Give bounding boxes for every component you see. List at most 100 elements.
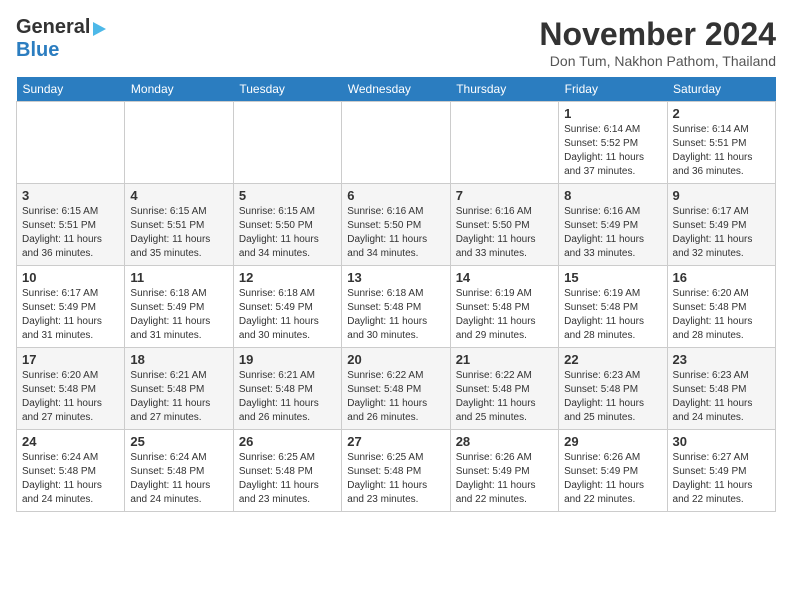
day-info: Sunrise: 6:16 AM Sunset: 5:50 PM Dayligh… <box>347 205 444 261</box>
calendar-week-1: 1Sunrise: 6:14 AM Sunset: 5:52 PM Daylig… <box>17 102 776 184</box>
day-number: 29 <box>564 434 661 449</box>
calendar-cell <box>125 102 233 184</box>
weekday-header-tuesday: Tuesday <box>233 77 341 102</box>
day-number: 5 <box>239 188 336 203</box>
day-number: 10 <box>22 270 119 285</box>
day-info: Sunrise: 6:18 AM Sunset: 5:49 PM Dayligh… <box>239 287 336 343</box>
calendar-cell: 6 Sunrise: 6:16 AM Sunset: 5:50 PM Daylig… <box>342 184 450 266</box>
day-info: Sunrise: 6:25 AM Sunset: 5:48 PM Dayligh… <box>347 451 444 507</box>
calendar-cell: 23 Sunrise: 6:23 AM Sunset: 5:48 PM Dayli… <box>667 348 775 430</box>
day-info: Sunrise: 6:14 AM Sunset: 5:51 PM Dayligh… <box>673 123 770 179</box>
day-number: 12 <box>239 270 336 285</box>
weekday-header-saturday: Saturday <box>667 77 775 102</box>
day-info: Sunrise: 6:26 AM Sunset: 5:49 PM Dayligh… <box>564 451 661 507</box>
calendar-body: 1Sunrise: 6:14 AM Sunset: 5:52 PM Daylig… <box>17 102 776 512</box>
day-number: 23 <box>673 352 770 367</box>
logo-blue: Blue <box>16 39 59 61</box>
day-number: 14 <box>456 270 553 285</box>
day-info: Sunrise: 6:16 AM Sunset: 5:50 PM Dayligh… <box>456 205 553 261</box>
day-number: 16 <box>673 270 770 285</box>
calendar-cell: 26 Sunrise: 6:25 AM Sunset: 5:48 PM Dayli… <box>233 430 341 512</box>
calendar-cell: 24Sunrise: 6:24 AM Sunset: 5:48 PM Dayli… <box>17 430 125 512</box>
calendar-cell: 8Sunrise: 6:16 AM Sunset: 5:49 PM Daylig… <box>559 184 667 266</box>
day-info: Sunrise: 6:24 AM Sunset: 5:48 PM Dayligh… <box>130 451 227 507</box>
day-number: 25 <box>130 434 227 449</box>
calendar-cell: 12 Sunrise: 6:18 AM Sunset: 5:49 PM Dayli… <box>233 266 341 348</box>
calendar-cell: 25 Sunrise: 6:24 AM Sunset: 5:48 PM Dayli… <box>125 430 233 512</box>
page-header: General Blue November 2024 Don Tum, Nakh… <box>16 16 776 69</box>
weekday-header-friday: Friday <box>559 77 667 102</box>
calendar-cell <box>450 102 558 184</box>
day-number: 28 <box>456 434 553 449</box>
calendar-cell: 7 Sunrise: 6:16 AM Sunset: 5:50 PM Daylig… <box>450 184 558 266</box>
location-subtitle: Don Tum, Nakhon Pathom, Thailand <box>539 53 776 69</box>
calendar-cell: 21Sunrise: 6:22 AM Sunset: 5:48 PM Dayli… <box>450 348 558 430</box>
calendar-cell: 1Sunrise: 6:14 AM Sunset: 5:52 PM Daylig… <box>559 102 667 184</box>
day-info: Sunrise: 6:22 AM Sunset: 5:48 PM Dayligh… <box>347 369 444 425</box>
day-info: Sunrise: 6:15 AM Sunset: 5:51 PM Dayligh… <box>22 205 119 261</box>
calendar-cell: 3 Sunrise: 6:15 AM Sunset: 5:51 PM Daylig… <box>17 184 125 266</box>
calendar-cell: 15 Sunrise: 6:19 AM Sunset: 5:48 PM Dayli… <box>559 266 667 348</box>
day-number: 15 <box>564 270 661 285</box>
day-number: 17 <box>22 352 119 367</box>
day-info: Sunrise: 6:17 AM Sunset: 5:49 PM Dayligh… <box>22 287 119 343</box>
calendar-cell: 16 Sunrise: 6:20 AM Sunset: 5:48 PM Dayli… <box>667 266 775 348</box>
day-info: Sunrise: 6:16 AM Sunset: 5:49 PM Dayligh… <box>564 205 661 261</box>
calendar-cell: 20Sunrise: 6:22 AM Sunset: 5:48 PM Dayli… <box>342 348 450 430</box>
calendar-cell <box>17 102 125 184</box>
day-info: Sunrise: 6:23 AM Sunset: 5:48 PM Dayligh… <box>673 369 770 425</box>
calendar-cell <box>233 102 341 184</box>
calendar-week-2: 3 Sunrise: 6:15 AM Sunset: 5:51 PM Daylig… <box>17 184 776 266</box>
day-info: Sunrise: 6:18 AM Sunset: 5:48 PM Dayligh… <box>347 287 444 343</box>
day-info: Sunrise: 6:21 AM Sunset: 5:48 PM Dayligh… <box>130 369 227 425</box>
weekday-header-sunday: Sunday <box>17 77 125 102</box>
calendar-cell: 19Sunrise: 6:21 AM Sunset: 5:48 PM Dayli… <box>233 348 341 430</box>
calendar-cell: 9 Sunrise: 6:17 AM Sunset: 5:49 PM Daylig… <box>667 184 775 266</box>
day-info: Sunrise: 6:18 AM Sunset: 5:49 PM Dayligh… <box>130 287 227 343</box>
calendar-week-3: 10 Sunrise: 6:17 AM Sunset: 5:49 PM Dayli… <box>17 266 776 348</box>
day-number: 26 <box>239 434 336 449</box>
calendar-cell: 10 Sunrise: 6:17 AM Sunset: 5:49 PM Dayli… <box>17 266 125 348</box>
calendar-cell: 18 Sunrise: 6:21 AM Sunset: 5:48 PM Dayli… <box>125 348 233 430</box>
calendar-cell <box>342 102 450 184</box>
calendar-cell: 13Sunrise: 6:18 AM Sunset: 5:48 PM Dayli… <box>342 266 450 348</box>
day-info: Sunrise: 6:21 AM Sunset: 5:48 PM Dayligh… <box>239 369 336 425</box>
calendar-cell: 17 Sunrise: 6:20 AM Sunset: 5:48 PM Dayli… <box>17 348 125 430</box>
day-info: Sunrise: 6:20 AM Sunset: 5:48 PM Dayligh… <box>673 287 770 343</box>
day-info: Sunrise: 6:19 AM Sunset: 5:48 PM Dayligh… <box>456 287 553 343</box>
day-info: Sunrise: 6:27 AM Sunset: 5:49 PM Dayligh… <box>673 451 770 507</box>
day-info: Sunrise: 6:20 AM Sunset: 5:48 PM Dayligh… <box>22 369 119 425</box>
day-number: 4 <box>130 188 227 203</box>
day-info: Sunrise: 6:15 AM Sunset: 5:50 PM Dayligh… <box>239 205 336 261</box>
calendar-cell: 29 Sunrise: 6:26 AM Sunset: 5:49 PM Dayli… <box>559 430 667 512</box>
weekday-header-thursday: Thursday <box>450 77 558 102</box>
calendar-cell: 28Sunrise: 6:26 AM Sunset: 5:49 PM Dayli… <box>450 430 558 512</box>
calendar-week-5: 24Sunrise: 6:24 AM Sunset: 5:48 PM Dayli… <box>17 430 776 512</box>
day-number: 22 <box>564 352 661 367</box>
calendar-cell: 30Sunrise: 6:27 AM Sunset: 5:49 PM Dayli… <box>667 430 775 512</box>
calendar-title-block: November 2024 Don Tum, Nakhon Pathom, Th… <box>539 16 776 69</box>
calendar-cell: 2 Sunrise: 6:14 AM Sunset: 5:51 PM Daylig… <box>667 102 775 184</box>
calendar-cell: 27 Sunrise: 6:25 AM Sunset: 5:48 PM Dayli… <box>342 430 450 512</box>
day-number: 27 <box>347 434 444 449</box>
day-number: 6 <box>347 188 444 203</box>
calendar-table: SundayMondayTuesdayWednesdayThursdayFrid… <box>16 77 776 512</box>
calendar-cell: 22 Sunrise: 6:23 AM Sunset: 5:48 PM Dayli… <box>559 348 667 430</box>
calendar-cell: 14 Sunrise: 6:19 AM Sunset: 5:48 PM Dayli… <box>450 266 558 348</box>
day-number: 11 <box>130 270 227 285</box>
weekday-header-wednesday: Wednesday <box>342 77 450 102</box>
day-info: Sunrise: 6:17 AM Sunset: 5:49 PM Dayligh… <box>673 205 770 261</box>
calendar-cell: 5 Sunrise: 6:15 AM Sunset: 5:50 PM Daylig… <box>233 184 341 266</box>
day-info: Sunrise: 6:14 AM Sunset: 5:52 PM Dayligh… <box>564 123 661 179</box>
day-number: 18 <box>130 352 227 367</box>
day-info: Sunrise: 6:19 AM Sunset: 5:48 PM Dayligh… <box>564 287 661 343</box>
month-title: November 2024 <box>539 16 776 53</box>
day-number: 2 <box>673 106 770 121</box>
day-number: 3 <box>22 188 119 203</box>
day-info: Sunrise: 6:25 AM Sunset: 5:48 PM Dayligh… <box>239 451 336 507</box>
day-info: Sunrise: 6:23 AM Sunset: 5:48 PM Dayligh… <box>564 369 661 425</box>
day-info: Sunrise: 6:24 AM Sunset: 5:48 PM Dayligh… <box>22 451 119 507</box>
calendar-week-4: 17 Sunrise: 6:20 AM Sunset: 5:48 PM Dayli… <box>17 348 776 430</box>
day-number: 9 <box>673 188 770 203</box>
day-number: 7 <box>456 188 553 203</box>
